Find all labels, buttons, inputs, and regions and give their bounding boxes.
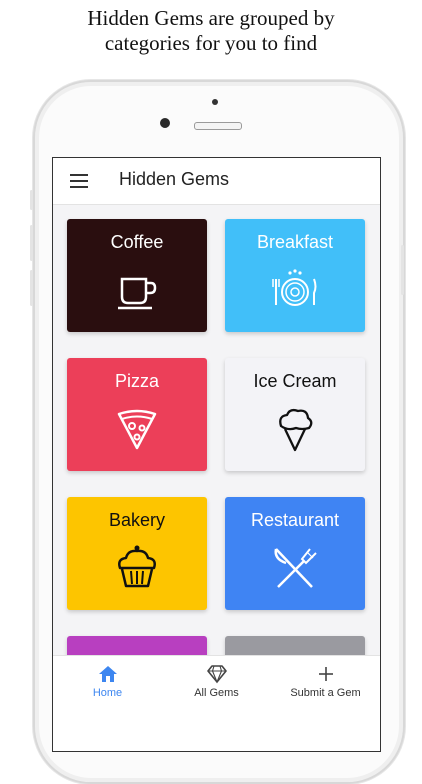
bottom-navigation: Home All Gems Submit a Gem	[53, 655, 380, 751]
breakfast-plate-icon	[272, 269, 317, 306]
category-label: Pizza	[114, 371, 159, 391]
caption-line-2: categories for you to find	[104, 31, 318, 55]
category-label: Breakfast	[256, 232, 334, 252]
nav-label: Home	[92, 687, 123, 699]
category-card-ice-cream[interactable]: Ice Cream	[225, 358, 365, 471]
coffee-cup-icon	[118, 277, 157, 310]
app-bar: Hidden Gems	[53, 158, 380, 205]
category-card-restaurant[interactable]: Restaurant	[225, 497, 365, 610]
phone-camera	[160, 118, 170, 128]
plus-icon	[318, 667, 333, 681]
phone-side-button	[30, 190, 33, 210]
category-label: Bakery	[108, 510, 166, 530]
nav-submit-gem[interactable]: Submit a Gem	[271, 664, 380, 699]
category-card-coffee[interactable]: Coffee	[67, 219, 207, 332]
category-card-pizza[interactable]: Pizza	[67, 358, 207, 471]
phone-sensor	[212, 99, 218, 105]
nav-label: All Gems	[194, 687, 239, 699]
cupcake-icon	[118, 545, 156, 588]
home-icon	[98, 666, 117, 682]
phone-side-button	[30, 225, 33, 261]
phone-side-button	[401, 245, 404, 295]
ice-cream-icon	[279, 408, 313, 452]
app-screen: Hidden Gems Coffee Breakfast Pizza Ice C…	[52, 157, 381, 752]
category-card-bakery[interactable]: Bakery	[67, 497, 207, 610]
diamond-icon	[206, 665, 227, 684]
menu-icon[interactable]	[70, 174, 88, 188]
caption-line-1: Hidden Gems are grouped by	[87, 6, 335, 30]
app-title: Hidden Gems	[119, 169, 230, 189]
promo-caption: Hidden Gems are grouped by categories fo…	[0, 6, 422, 56]
nav-home[interactable]: Home	[53, 664, 162, 699]
category-card-breakfast[interactable]: Breakfast	[225, 219, 365, 332]
category-label: Ice Cream	[253, 371, 337, 391]
category-grid: Coffee Breakfast Pizza Ice Cream Bakery …	[53, 205, 380, 749]
pizza-slice-icon	[117, 409, 157, 450]
fork-knife-icon	[274, 548, 317, 588]
phone-side-button	[30, 270, 33, 306]
phone-speaker	[194, 122, 242, 130]
category-label: Coffee	[110, 232, 164, 252]
category-label: Restaurant	[250, 510, 340, 530]
nav-all-gems[interactable]: All Gems	[162, 664, 271, 699]
nav-label: Submit a Gem	[290, 687, 361, 699]
